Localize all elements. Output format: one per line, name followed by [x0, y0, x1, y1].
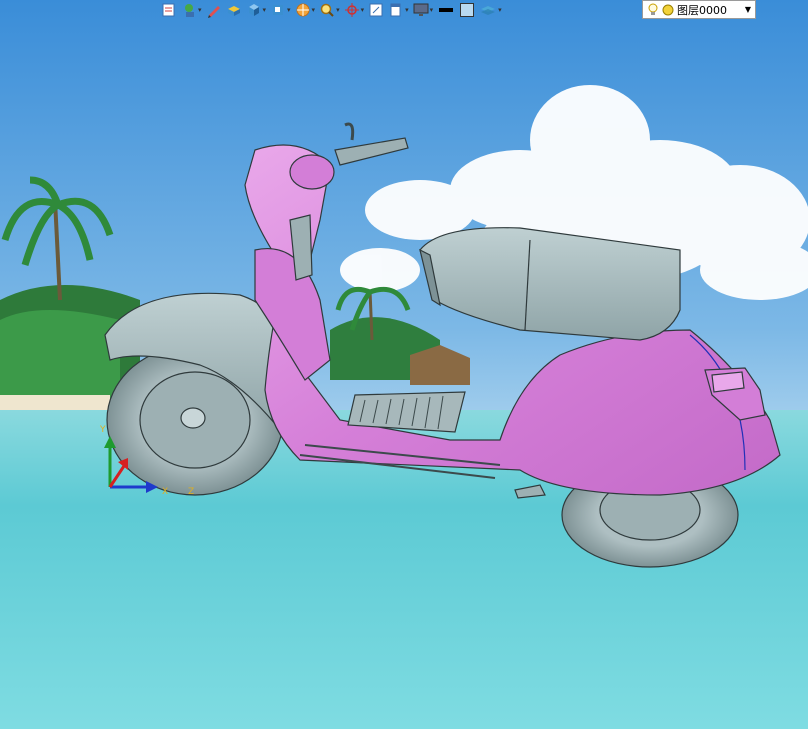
zoom-icon[interactable]: ▾ [318, 1, 341, 19]
sketch-pencil-icon[interactable] [205, 1, 223, 19]
monitor-icon[interactable]: ▾ [412, 1, 435, 19]
display-panel-icon[interactable]: ▾ [387, 1, 410, 19]
render-style-icon[interactable]: ▾ [294, 1, 317, 19]
floor-grille [347, 391, 466, 433]
box-shaded-icon[interactable] [225, 1, 243, 19]
line-weight-icon[interactable] [436, 1, 456, 19]
color-swatch-icon[interactable] [458, 1, 476, 19]
view-toolbar: ▾ ▾ ▾ ▾ ▾ ▾ ▾ ▾ ▾ [160, 0, 503, 20]
svg-text:Z: Z [188, 487, 194, 497]
svg-text:Y: Y [99, 425, 106, 435]
visibility-dot-icon[interactable] [661, 3, 675, 17]
chevron-down-icon[interactable]: ▼ [745, 5, 751, 14]
window-fit-icon[interactable] [367, 1, 385, 19]
new-view-icon[interactable] [160, 1, 178, 19]
snap-crosshair-icon[interactable]: ▾ [343, 1, 366, 19]
layers-icon[interactable]: ▾ [478, 1, 503, 19]
layer-dropdown[interactable]: 图层0000 ▼ [642, 0, 756, 19]
3d-viewport[interactable]: Y X Z [0, 0, 808, 729]
cube-view-icon[interactable]: ▾ [245, 1, 268, 19]
lightbulb-icon[interactable] [647, 3, 659, 17]
view-orientation-icon[interactable]: ▾ [180, 1, 203, 19]
layer-name: 图层0000 [677, 3, 727, 17]
section-view-icon[interactable]: ▾ [269, 1, 292, 19]
svg-text:X: X [162, 487, 168, 497]
